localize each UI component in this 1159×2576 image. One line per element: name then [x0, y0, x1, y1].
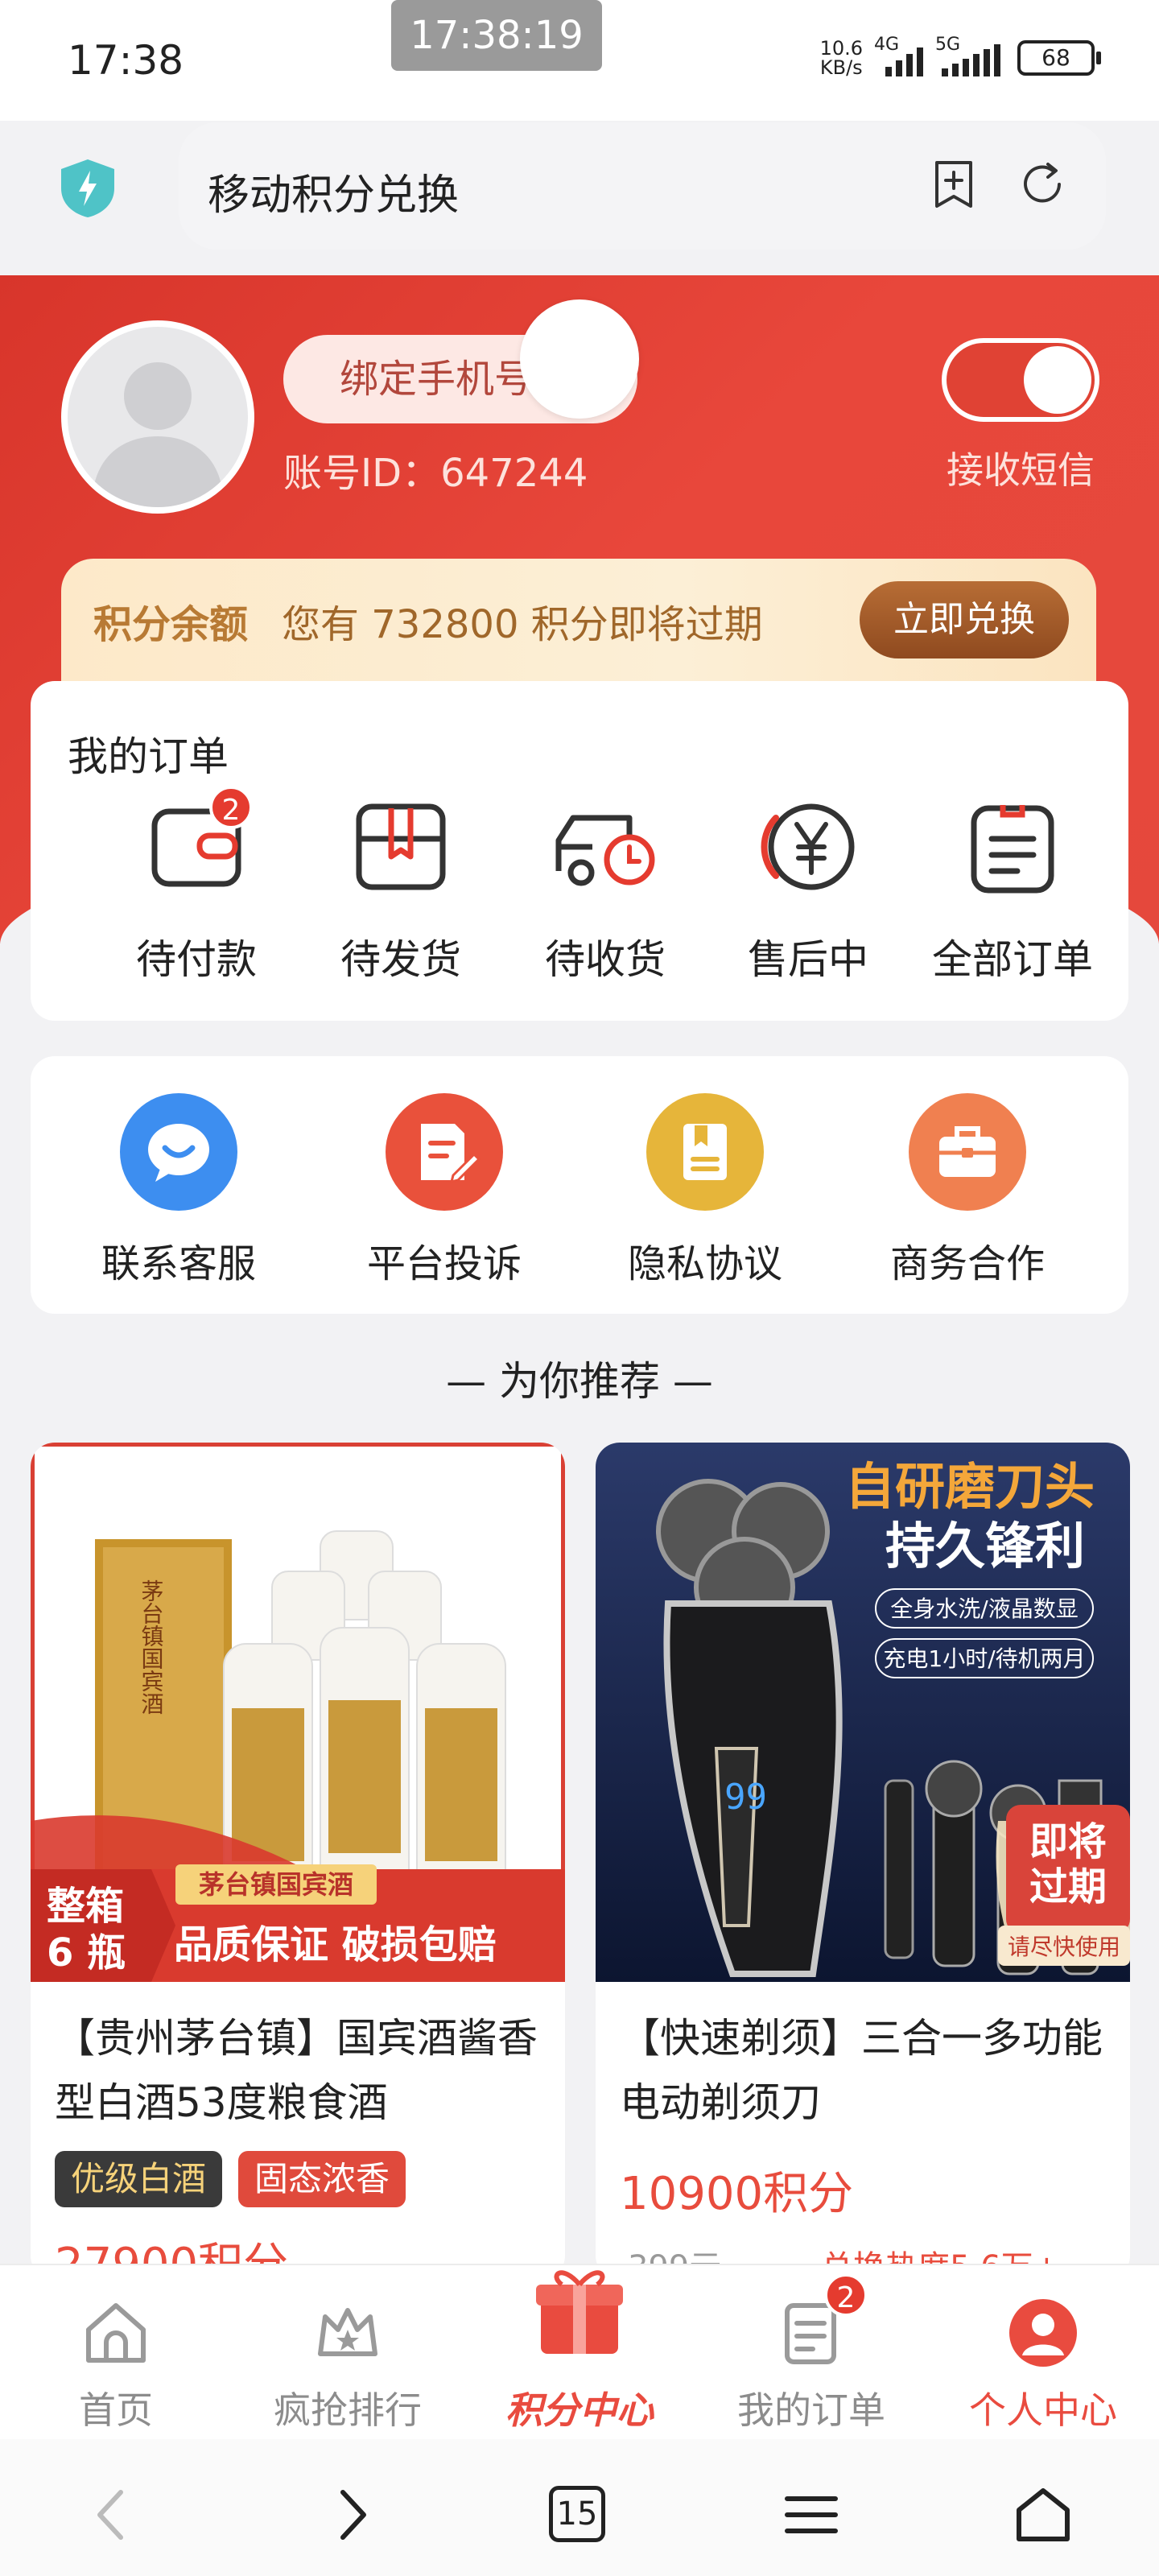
battery-icon: 68 — [1017, 40, 1101, 76]
package-icon — [356, 803, 446, 890]
gift-box-icon — [536, 2270, 623, 2354]
cellular-signal-icon: 4G — [874, 35, 924, 76]
redeem-now-button[interactable]: 立即兑换 — [860, 581, 1069, 658]
expiry-hint: 请尽快使用 — [1008, 1934, 1120, 1960]
complaint-edit-icon — [421, 1124, 481, 1184]
sms-toggle-label: 接收短信 — [947, 448, 1095, 492]
order-all[interactable]: 全部订单 — [916, 794, 1109, 1003]
orders-title: 我的订单 — [68, 733, 229, 780]
user-icon — [1009, 2299, 1077, 2367]
liquor-product-image: 茅台镇国宾酒 茅台镇国宾酒 整箱 6 瓶 品质保证 破损包赔 — [31, 1443, 565, 1982]
tab-badge: 2 — [824, 2273, 868, 2317]
guarantee-text: 品质保证 破损包赔 — [174, 1922, 497, 1967]
shaver-headline-1: 自研磨刀头 — [845, 1457, 1095, 1516]
tab-ranking[interactable]: 疯抢排行 — [232, 2265, 464, 2441]
tab-profile[interactable]: 个人中心 — [927, 2265, 1159, 2441]
sms-toggle[interactable] — [942, 338, 1099, 422]
floating-touch-bubble[interactable] — [520, 299, 639, 419]
shaver-headline-2: 持久锋利 — [885, 1517, 1085, 1575]
order-after-sales[interactable]: 售后中 — [711, 794, 905, 1003]
expiry-badge-line1: 即将 — [1029, 1819, 1107, 1864]
product-tag: 优级白酒 — [55, 2151, 223, 2207]
points-balance-banner: 积分余额 您有 732800 积分即将过期 立即兑换 — [61, 559, 1096, 696]
floating-clock: 17:38:19 — [391, 0, 602, 71]
forward-icon[interactable] — [319, 2483, 383, 2547]
platform-complaint-item[interactable]: 平台投诉 — [348, 1093, 541, 1288]
crown-star-icon — [318, 2308, 377, 2356]
brand-ribbon-text: 茅台镇国宾酒 — [199, 1869, 353, 1900]
shaver-feature-2: 充电1小时/待机两月 — [883, 1645, 1085, 1672]
chat-bubble-icon — [148, 1124, 209, 1182]
product-tag: 固态浓香 — [238, 2151, 406, 2207]
shaver-feature-1: 全身水洗/液晶数显 — [890, 1596, 1078, 1622]
expiry-badge-line2: 过期 — [1029, 1864, 1107, 1909]
box-brand-text: 茅台镇国宾酒 — [138, 1579, 165, 1715]
briefcase-icon — [939, 1126, 996, 1177]
product-name: 【贵州茅台镇】国宾酒酱香型白酒53度粮食酒 — [55, 2015, 538, 2126]
avatar[interactable] — [61, 320, 254, 514]
order-badge: 2 — [209, 786, 253, 829]
box-qty-line2: 6 瓶 — [47, 1930, 126, 1975]
tabs-count-button[interactable]: 15 — [549, 2486, 605, 2542]
business-cooperation-item[interactable]: 商务合作 — [871, 1093, 1064, 1288]
points-expiry-text: 您有 732800 积分即将过期 — [282, 602, 763, 647]
reload-icon[interactable] — [1016, 158, 1069, 211]
privacy-policy-item[interactable]: 隐私协议 — [608, 1093, 802, 1288]
security-shield-icon[interactable] — [56, 158, 119, 219]
status-time: 17:38 — [68, 37, 184, 84]
back-icon[interactable] — [80, 2483, 145, 2547]
tab-points-center[interactable]: 积分中心 — [464, 2265, 695, 2441]
network-speed: 10.6 KB/s — [819, 37, 863, 79]
status-bar: 17:38 17:38:19 10.6 KB/s 4G 5G 68 — [0, 0, 1159, 121]
default-user-icon — [92, 362, 224, 507]
order-pending-receipt[interactable]: 待收货 — [509, 794, 702, 1003]
document-icon — [683, 1124, 727, 1180]
tab-home[interactable]: 首页 — [0, 2265, 232, 2441]
my-orders-card: 我的订单 待付款 2 待发货 待收货 售后中 全部订单 — [31, 681, 1128, 1021]
address-bar[interactable]: 移动积分兑换 — [179, 122, 1106, 250]
toggle-knob — [1024, 346, 1091, 414]
recommend-section-title: — 为你推荐 — — [446, 1358, 713, 1405]
delivery-truck-icon — [555, 815, 655, 886]
status-indicators: 10.6 KB/s 4G 5G 68 — [819, 35, 1101, 79]
tab-my-orders[interactable]: 2 我的订单 — [695, 2265, 927, 2441]
product-card[interactable]: 自研磨刀头 持久锋利 全身水洗/液晶数显 充电1小时/待机两月 99 即将 过期… — [596, 1443, 1130, 2280]
order-pending-shipment[interactable]: 待发货 — [304, 794, 497, 1003]
bottom-tab-bar: 首页 疯抢排行 积分中心 2 我的订单 个人中心 — [0, 2264, 1159, 2439]
home-nav-icon[interactable] — [1011, 2483, 1075, 2547]
product-card[interactable]: 茅台镇国宾酒 茅台镇国宾酒 整箱 6 瓶 品质保证 破损包赔 【贵州茅台镇】国宾… — [31, 1443, 565, 2280]
shaver-display-value: 99 — [724, 1777, 767, 1818]
shaver-product-image: 自研磨刀头 持久锋利 全身水洗/液晶数显 充电1小时/待机两月 99 即将 过期… — [596, 1443, 1130, 1982]
services-card: 联系客服 平台投诉 隐私协议 商务合作 — [31, 1056, 1128, 1314]
product-name: 【快速剃须】三合一多功能电动剃须刀 — [620, 2015, 1103, 2126]
order-pending-payment[interactable]: 待付款 2 — [100, 786, 293, 1003]
points-label: 积分余额 — [93, 602, 249, 647]
order-list-icon — [971, 805, 1054, 894]
system-nav-bar: 15 — [0, 2439, 1159, 2576]
cellular-5g-signal-icon: 5G — [935, 35, 1006, 76]
product-price: 10900积分 — [620, 2168, 854, 2220]
home-icon — [86, 2303, 146, 2363]
add-bookmark-icon[interactable] — [927, 158, 980, 211]
menu-icon[interactable] — [779, 2483, 843, 2547]
box-qty-line1: 整箱 — [47, 1884, 124, 1929]
account-id: 账号ID：647244 — [283, 451, 588, 496]
yen-refund-icon — [761, 803, 855, 890]
page-title: 移动积分兑换 — [208, 171, 460, 220]
customer-service-item[interactable]: 联系客服 — [82, 1093, 275, 1288]
